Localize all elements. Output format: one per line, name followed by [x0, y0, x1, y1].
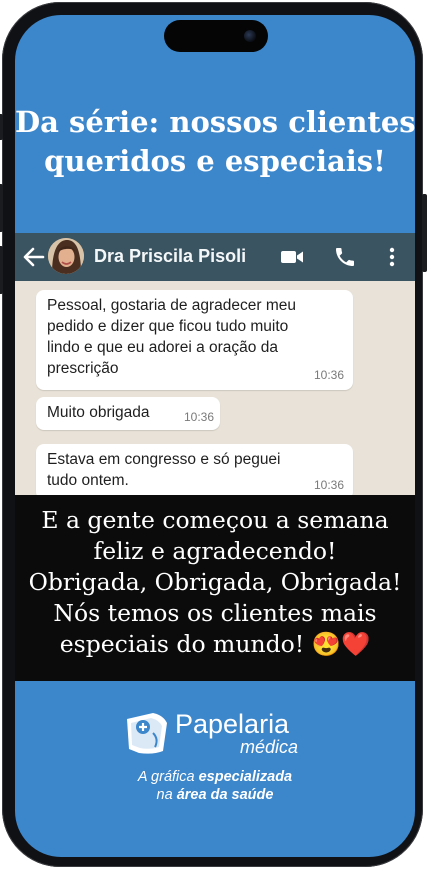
brand-name: Papelaria [175, 709, 290, 739]
headline: Da série: nossos clientes queridos e esp… [15, 103, 415, 181]
message-bubble: Muito obrigada 10:36 [36, 397, 220, 430]
tagline-emphasis: especializada [198, 769, 293, 785]
tagline-line-2: na área da saúde [15, 787, 415, 803]
volume-down-button [0, 246, 3, 294]
message-text: Estava em congresso e só peguei tudo ont… [47, 449, 281, 491]
message-time: 10:36 [313, 478, 344, 492]
message-bubble: Pessoal, gostaria de agradecer meu pedid… [36, 290, 353, 390]
more-vertical-icon[interactable] [379, 245, 405, 269]
contact-name: Dra Priscila Pisoli [94, 246, 247, 266]
phone-call-icon[interactable] [332, 245, 358, 269]
message-time: 10:36 [183, 410, 214, 424]
caption-line: Obrigada, Obrigada, Obrigada! [28, 568, 402, 596]
brand-logo: Papelaria médica [123, 709, 323, 765]
tagline-emphasis: área da saúde [176, 787, 274, 803]
tagline-text: A gráfica [137, 769, 199, 785]
chat-header: Dra Priscila Pisoli [15, 233, 415, 281]
headline-line-1: Da série: nossos clientes [15, 105, 415, 139]
brand-logo-icon [127, 713, 167, 754]
caption-line: Nós temos os clientes mais [53, 599, 377, 627]
tagline-line-1: A gráfica especializada [15, 769, 415, 785]
message-line: tudo ontem. [47, 472, 129, 489]
dynamic-island [164, 20, 268, 52]
caption-line: feliz e agradecendo! [93, 537, 337, 565]
volume-up-button [0, 184, 3, 232]
power-button [422, 194, 427, 272]
message-text: Pessoal, gostaria de agradecer meu pedid… [47, 295, 296, 379]
avatar-photo [48, 238, 84, 274]
message-line: pedido e dizer que ficou tudo muito [47, 318, 289, 335]
message-line: prescrição [47, 360, 119, 377]
front-camera-icon [244, 30, 256, 42]
video-call-icon[interactable] [279, 245, 305, 269]
headline-line-2: queridos e especiais! [44, 144, 386, 178]
tagline-text: na [156, 787, 177, 803]
caption-line: especiais do mundo! 😍❤️ [59, 630, 371, 658]
caption-line: E a gente começou a semana [41, 506, 389, 534]
phone-frame: Da série: nossos clientes queridos e esp… [0, 2, 427, 867]
message-line: Muito obrigada [47, 404, 150, 421]
back-arrow-icon[interactable] [21, 244, 47, 270]
message-line: lindo e que eu adorei a oração da [47, 339, 278, 356]
message-line: Estava em congresso e só peguei [47, 451, 281, 468]
message-line: Pessoal, gostaria de agradecer meu [47, 297, 297, 314]
brand-subname: médica [240, 737, 299, 757]
action-button [0, 114, 3, 140]
message-time: 10:36 [313, 368, 344, 382]
phone-screen: Da série: nossos clientes queridos e esp… [15, 15, 415, 857]
caption-band: E a gente começou a semana feliz e agrad… [15, 495, 415, 681]
chat-screenshot: Dra Priscila Pisoli Pessoal, gostaria de… [15, 233, 415, 500]
message-text: Muito obrigada [47, 402, 150, 423]
message-bubble: Estava em congresso e só peguei tudo ont… [36, 444, 353, 500]
avatar[interactable] [48, 238, 84, 274]
